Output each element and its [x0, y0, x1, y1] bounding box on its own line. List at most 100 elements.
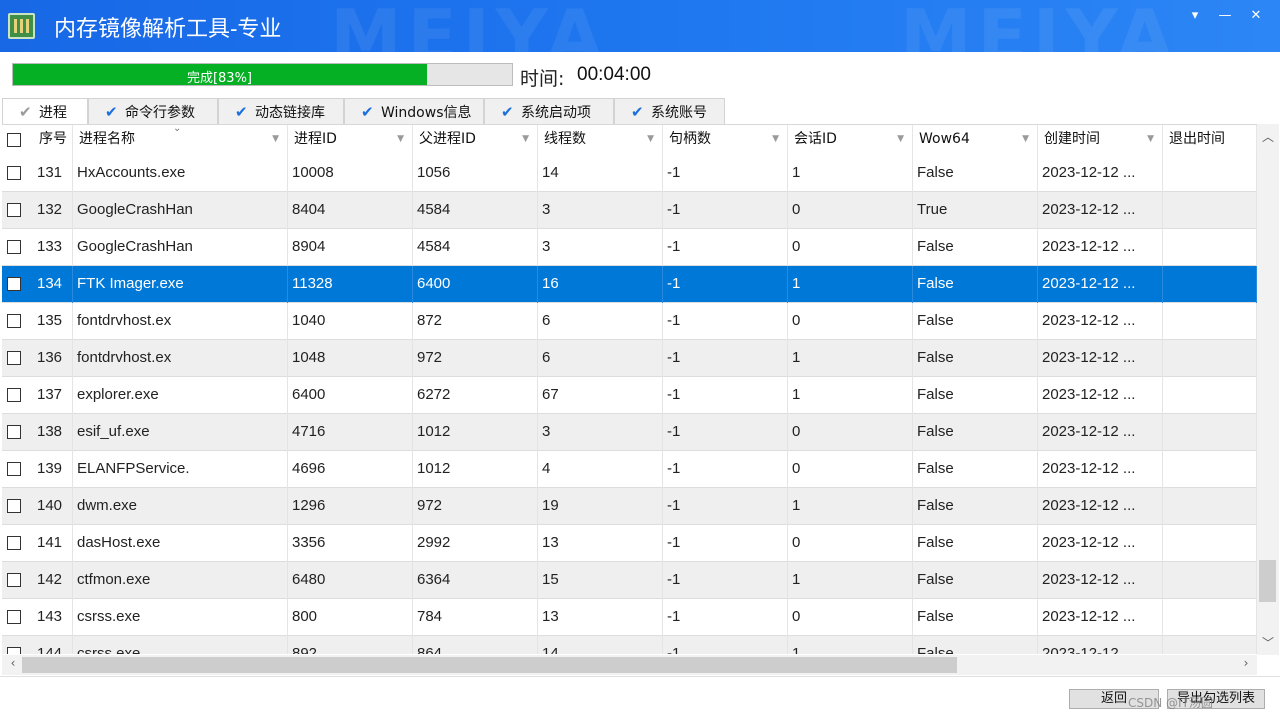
row-checkbox[interactable] [7, 314, 21, 328]
table-row[interactable]: 135 fontdrvhost.ex 1040 872 6 -1 0 False 2023-12… [2, 303, 1257, 340]
header-label: 退出时间 [1169, 131, 1225, 147]
tab-processes[interactable]: ✔ 进程 [2, 98, 88, 126]
cell-col-index: 133 [33, 229, 73, 266]
table-row[interactable]: 132 GoogleCrashHan 8404 4584 3 -1 0 True 2023-12… [2, 192, 1257, 229]
tab-startup[interactable]: ✔ 系统启动项 [484, 98, 614, 125]
header-col-handles[interactable]: 句柄数 ▼ [663, 125, 788, 155]
table-row[interactable]: 142 ctfmon.exe 6480 6364 15 -1 1 False 2023-12-1… [2, 562, 1257, 599]
filter-icon[interactable]: ▼ [897, 125, 904, 153]
cell-col-ppid: 972 [413, 340, 538, 377]
header-col-process-name[interactable]: 进程名称 ▼ ⌄ [73, 125, 288, 155]
time-value: 00:04:00 [577, 64, 651, 85]
cell-col-handles: -1 [663, 599, 788, 636]
cell-col-created: 2023-12-12 ... [1038, 599, 1163, 636]
cell-col-handles: -1 [663, 155, 788, 192]
scroll-down-icon[interactable]: ﹀ [1257, 634, 1279, 651]
check-icon: ✔ [501, 103, 514, 121]
cell-col-exited [1163, 599, 1257, 636]
header-col-exited[interactable]: 退出时间 [1163, 125, 1257, 155]
cell-col-wow64: False [913, 340, 1038, 377]
row-checkbox[interactable] [7, 203, 21, 217]
close-icon[interactable]: ✕ [1245, 6, 1267, 26]
header-col-ppid[interactable]: 父进程ID ▼ [413, 125, 538, 155]
cell-col-pid: 1048 [288, 340, 413, 377]
horizontal-scroll-thumb[interactable] [22, 657, 957, 673]
cell-col-pid: 800 [288, 599, 413, 636]
row-checkbox[interactable] [7, 166, 21, 180]
vertical-scroll-thumb[interactable] [1259, 560, 1276, 602]
row-checkbox[interactable] [7, 462, 21, 476]
row-checkbox[interactable] [7, 425, 21, 439]
cell-col-process-name: explorer.exe [73, 377, 288, 414]
filter-icon[interactable]: ▼ [772, 125, 779, 153]
select-all-checkbox[interactable] [7, 133, 21, 147]
table-row[interactable]: 140 dwm.exe 1296 972 19 -1 1 False 2023-12-12 ..… [2, 488, 1257, 525]
cell-col-created: 2023-12-12 ... [1038, 636, 1163, 654]
scroll-right-icon[interactable]: › [1235, 656, 1257, 670]
filter-icon[interactable]: ▼ [1147, 125, 1154, 153]
header-col-session[interactable]: 会话ID ▼ [788, 125, 913, 155]
row-checkbox[interactable] [7, 647, 21, 654]
check-icon: ✔ [235, 103, 248, 121]
horizontal-scrollbar[interactable]: ‹ › [2, 655, 1257, 675]
header-col-threads[interactable]: 线程数 ▼ [538, 125, 663, 155]
cell-col-exited [1163, 229, 1257, 266]
cell-col-session: 1 [788, 377, 913, 414]
time-label: 时间: [520, 68, 565, 90]
cell-col-exited [1163, 562, 1257, 599]
tab-dll[interactable]: ✔ 动态链接库 [218, 98, 344, 125]
header-col-index[interactable]: 序号 [33, 125, 73, 155]
row-checkbox[interactable] [7, 573, 21, 587]
row-checkbox[interactable] [7, 610, 21, 624]
tab-command-line[interactable]: ✔ 命令行参数 [88, 98, 218, 125]
cell-col-process-name: HxAccounts.exe [73, 155, 288, 192]
cell-col-threads: 3 [538, 414, 663, 451]
row-checkbox[interactable] [7, 536, 21, 550]
filter-icon[interactable]: ▼ [647, 125, 654, 153]
check-icon: ✔ [105, 103, 118, 121]
cell-col-created: 2023-12-12 ... [1038, 340, 1163, 377]
scroll-up-icon[interactable]: ︿ [1257, 128, 1279, 145]
cell-col-wow64: False [913, 266, 1038, 303]
cell-col-session: 1 [788, 488, 913, 525]
header-col-created[interactable]: 创建时间 ▼ [1038, 125, 1163, 155]
header-col-wow64[interactable]: Wow64 ▼ [913, 125, 1038, 155]
filter-icon[interactable]: ▼ [272, 125, 279, 153]
cell-col-ppid: 784 [413, 599, 538, 636]
table-row[interactable]: 136 fontdrvhost.ex 1048 972 6 -1 1 False 2023-12… [2, 340, 1257, 377]
header-col-pid[interactable]: 进程ID ▼ [288, 125, 413, 155]
progress-bar: 完成[83%] [12, 63, 513, 86]
table-row[interactable]: 134 FTK Imager.exe 11328 6400 16 -1 1 False 2023… [2, 266, 1257, 303]
cell-col-index: 137 [33, 377, 73, 414]
vertical-scrollbar[interactable]: ︿ ﹀ [1257, 124, 1279, 655]
filter-icon[interactable]: ▼ [522, 125, 529, 153]
cell-col-session: 1 [788, 340, 913, 377]
table-row[interactable]: 139 ELANFPService. 4696 1012 4 -1 0 False 2023-1… [2, 451, 1257, 488]
table-row[interactable]: 141 dasHost.exe 3356 2992 13 -1 0 False 2023-12-… [2, 525, 1257, 562]
filter-icon[interactable]: ▼ [397, 125, 404, 153]
table-row[interactable]: 133 GoogleCrashHan 8904 4584 3 -1 0 False 2023-1… [2, 229, 1257, 266]
table-row[interactable]: 144 csrss.exe 892 864 14 -1 1 False 2023-12-12 .… [2, 636, 1257, 654]
cell-col-process-name: GoogleCrashHan [73, 192, 288, 229]
cell-col-session: 1 [788, 636, 913, 654]
scroll-left-icon[interactable]: ‹ [2, 656, 24, 670]
tab-windows-info[interactable]: ✔ Windows信息 [344, 98, 484, 125]
filter-icon[interactable]: ▼ [1022, 125, 1029, 153]
table-row[interactable]: 143 csrss.exe 800 784 13 -1 0 False 2023-12-12 .… [2, 599, 1257, 636]
table-row[interactable]: 138 esif_uf.exe 4716 1012 3 -1 0 False 2023-12-1… [2, 414, 1257, 451]
row-checkbox[interactable] [7, 277, 21, 291]
tab-accounts[interactable]: ✔ 系统账号 [614, 98, 725, 125]
row-checkbox[interactable] [7, 388, 21, 402]
cell-col-ppid: 2992 [413, 525, 538, 562]
row-checkbox[interactable] [7, 499, 21, 513]
menu-dropdown-icon[interactable]: ▾ [1184, 6, 1206, 26]
minimize-icon[interactable]: — [1214, 6, 1236, 26]
row-checkbox[interactable] [7, 240, 21, 254]
cell-col-wow64: False [913, 599, 1038, 636]
table-row[interactable]: 131 HxAccounts.exe 10008 1056 14 -1 1 False 2023… [2, 155, 1257, 192]
cell-col-session: 1 [788, 155, 913, 192]
cell-col-wow64: False [913, 562, 1038, 599]
table-row[interactable]: 137 explorer.exe 6400 6272 67 -1 1 False 2023-12… [2, 377, 1257, 414]
cell-col-handles: -1 [663, 488, 788, 525]
row-checkbox[interactable] [7, 351, 21, 365]
